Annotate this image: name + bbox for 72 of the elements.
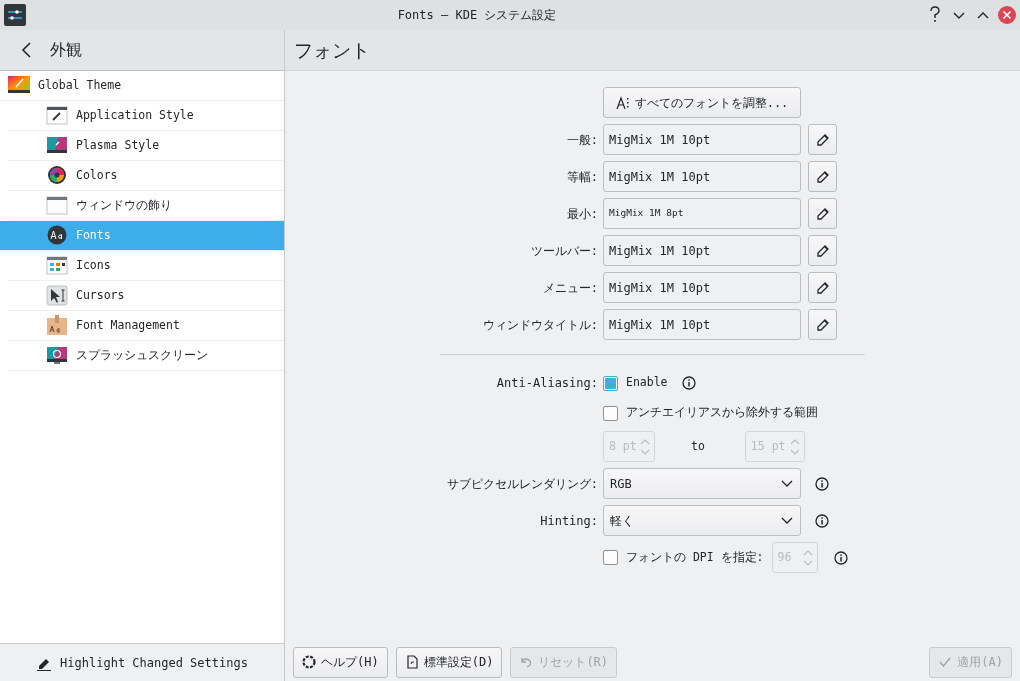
field-label: ウィンドウタイトル:	[481, 316, 599, 334]
hinting-dropdown[interactable]: 軽く	[603, 505, 801, 536]
font-size-icon	[615, 95, 630, 110]
theme-icon	[8, 75, 30, 96]
sidebar-item[interactable]: スプラッシュスクリーン	[8, 341, 284, 371]
defaults-button[interactable]: 標準設定(D)	[395, 646, 503, 678]
info-icon	[833, 550, 848, 565]
checkbox-label: フォントの DPI を指定:	[626, 548, 764, 566]
font-box-icon	[46, 315, 68, 336]
undo-icon	[519, 655, 534, 669]
choose-font-button[interactable]	[808, 272, 837, 303]
choose-font-button[interactable]	[808, 309, 837, 340]
document-icon	[404, 655, 419, 669]
field-label: Anti-Aliasing:	[495, 375, 599, 392]
field-label: 等幅:	[565, 168, 599, 186]
checkbox-label: Enable	[626, 374, 668, 392]
field-label: メニュー:	[541, 279, 599, 297]
sidebar-item[interactable]: Colors	[8, 161, 284, 191]
sidebar-item[interactable]: Global Theme	[0, 71, 284, 101]
spin-arrows-icon	[801, 548, 814, 567]
field-label: サブピクセルレンダリング:	[445, 475, 599, 493]
font-field: MigMix 1M 8pt	[603, 198, 801, 229]
page-title: フォント	[294, 37, 370, 63]
info-icon	[815, 476, 829, 491]
subpixel-dropdown[interactable]: RGB	[603, 468, 801, 499]
range-separator: to	[691, 437, 705, 455]
close-button[interactable]	[996, 4, 1018, 26]
icon-grid-icon	[46, 255, 68, 276]
window-brush-icon	[46, 105, 68, 126]
choose-font-button[interactable]	[808, 161, 837, 192]
app-icon	[4, 4, 26, 26]
check-icon	[938, 655, 953, 669]
font-icon	[46, 225, 68, 246]
font-field: MigMix 1M 10pt	[603, 235, 801, 266]
category-title: 外観	[50, 39, 82, 61]
choose-font-button[interactable]	[808, 198, 837, 229]
cursor-icon	[46, 285, 68, 306]
font-field: MigMix 1M 10pt	[603, 309, 801, 340]
spin-arrows-icon	[788, 437, 801, 456]
window-icon	[46, 195, 68, 216]
sidebar-item[interactable]: Application Style	[8, 101, 284, 131]
choose-font-button[interactable]	[808, 235, 837, 266]
info-icon	[681, 376, 696, 390]
info-icon	[815, 513, 829, 528]
lifebuoy-icon	[302, 655, 316, 669]
close-icon	[997, 5, 1017, 25]
field-label: 一般:	[565, 131, 599, 149]
combo-value: RGB	[610, 475, 632, 493]
desktop-theme-icon	[46, 135, 68, 156]
field-label: ツールバー:	[529, 242, 599, 260]
checkbox[interactable]	[603, 405, 618, 421]
back-icon	[20, 41, 34, 59]
help-button[interactable]: ヘルプ(H)	[293, 646, 388, 678]
monitor-icon	[46, 345, 68, 366]
sidebar-item[interactable]: Font Management	[8, 311, 284, 341]
checkbox-label: アンチエイリアスから除外する範囲	[626, 404, 818, 422]
sidebar-item[interactable]: Icons	[8, 251, 284, 281]
combo-value: 軽く	[610, 512, 634, 530]
adjust-all-fonts-button[interactable]: すべてのフォントを調整...	[603, 87, 801, 118]
field-label: 最小:	[565, 205, 599, 223]
checkbox[interactable]	[603, 550, 618, 565]
choose-font-button[interactable]	[808, 124, 837, 155]
checkbox[interactable]	[603, 375, 618, 391]
spin-arrows-icon	[639, 437, 651, 456]
sidebar-item[interactable]: Plasma Style	[8, 131, 284, 161]
field-label: Hinting:	[539, 512, 599, 530]
font-field: MigMix 1M 10pt	[603, 161, 801, 192]
font-field: MigMix 1M 10pt	[603, 272, 801, 303]
font-field: MigMix 1M 10pt	[603, 124, 801, 155]
color-wheel-icon	[46, 165, 68, 186]
sidebar-item[interactable]: Cursors	[8, 281, 284, 311]
window-title: Fonts — KDE システム設定	[396, 7, 558, 24]
